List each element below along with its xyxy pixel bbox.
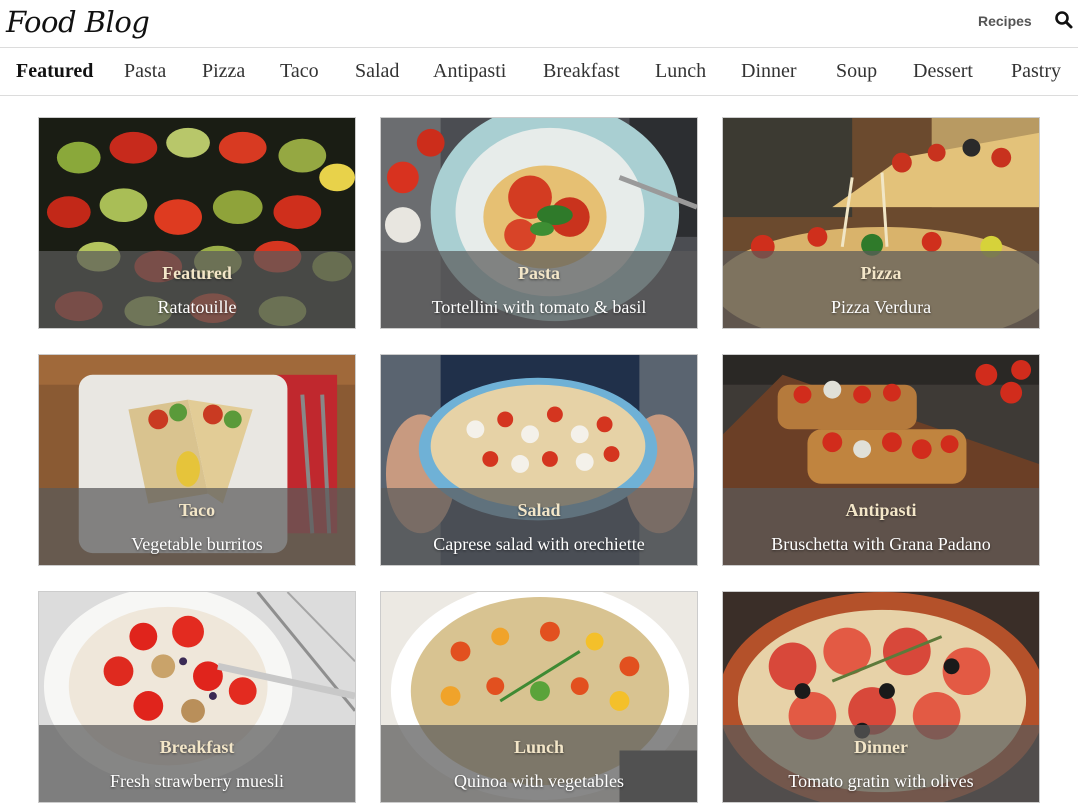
nav-item-soup[interactable]: Soup xyxy=(836,59,877,83)
nav-item-salad[interactable]: Salad xyxy=(355,59,399,83)
card-title: Caprese salad with orechiette xyxy=(433,534,645,554)
card-title: Quinoa with vegetables xyxy=(454,771,624,791)
nav-item-lunch[interactable]: Lunch xyxy=(655,59,706,83)
nav-item-pizza[interactable]: Pizza xyxy=(202,59,245,83)
recipes-link[interactable]: Recipes xyxy=(978,12,1032,30)
card-category: Taco xyxy=(178,500,216,520)
card-title: Ratatouille xyxy=(157,297,237,317)
recipe-card-muesli[interactable]: Breakfast Fresh strawberry muesli xyxy=(38,591,356,803)
recipe-card-ratatouille[interactable]: Featured Ratatouille xyxy=(38,117,356,329)
category-nav: Featured Pasta Pizza Taco Salad Antipast… xyxy=(0,48,1078,96)
recipe-card-bruschetta[interactable]: Antipasti Bruschetta with Grana Padano xyxy=(722,354,1040,566)
nav-item-taco[interactable]: Taco xyxy=(280,59,319,83)
card-title: Tortellini with tomato & basil xyxy=(431,297,647,317)
nav-item-dessert[interactable]: Dessert xyxy=(913,59,973,83)
card-category: Dinner xyxy=(854,737,908,757)
card-category: Featured xyxy=(162,263,232,283)
recipe-card-pizza[interactable]: Pizza Pizza Verdura xyxy=(722,117,1040,329)
card-category: Breakfast xyxy=(159,737,235,757)
nav-item-breakfast[interactable]: Breakfast xyxy=(543,59,620,83)
card-category: Pasta xyxy=(518,263,560,283)
nav-item-dinner[interactable]: Dinner xyxy=(741,59,797,83)
card-category: Salad xyxy=(517,500,561,520)
site-logo[interactable]: Food Blog xyxy=(6,2,150,42)
recipe-card-gratin[interactable]: Dinner Tomato gratin with olives xyxy=(722,591,1040,803)
recipe-card-tortellini[interactable]: Pasta Tortellini with tomato & basil xyxy=(380,117,698,329)
card-category: Antipasti xyxy=(845,500,917,520)
search-icon xyxy=(1055,11,1073,29)
card-title: Pizza Verdura xyxy=(830,297,932,317)
card-category: Lunch xyxy=(513,737,565,757)
nav-item-pasta[interactable]: Pasta xyxy=(124,59,166,83)
card-title: Bruschetta with Grana Padano xyxy=(771,534,991,554)
recipe-card-burritos[interactable]: Taco Vegetable burritos xyxy=(38,354,356,566)
nav-item-featured[interactable]: Featured xyxy=(16,59,93,83)
search-button[interactable] xyxy=(1053,9,1075,31)
recipe-card-salad[interactable]: Salad Caprese salad with orechiette xyxy=(380,354,698,566)
site-header: Food Blog Recipes xyxy=(0,0,1078,48)
card-category: Pizza xyxy=(860,263,902,283)
nav-item-antipasti[interactable]: Antipasti xyxy=(433,59,506,83)
card-title: Fresh strawberry muesli xyxy=(110,771,284,791)
card-title: Tomato gratin with olives xyxy=(788,771,974,791)
card-title: Vegetable burritos xyxy=(131,534,263,554)
nav-item-pastry[interactable]: Pastry xyxy=(1011,59,1061,83)
recipe-card-quinoa[interactable]: Lunch Quinoa with vegetables xyxy=(380,591,698,803)
